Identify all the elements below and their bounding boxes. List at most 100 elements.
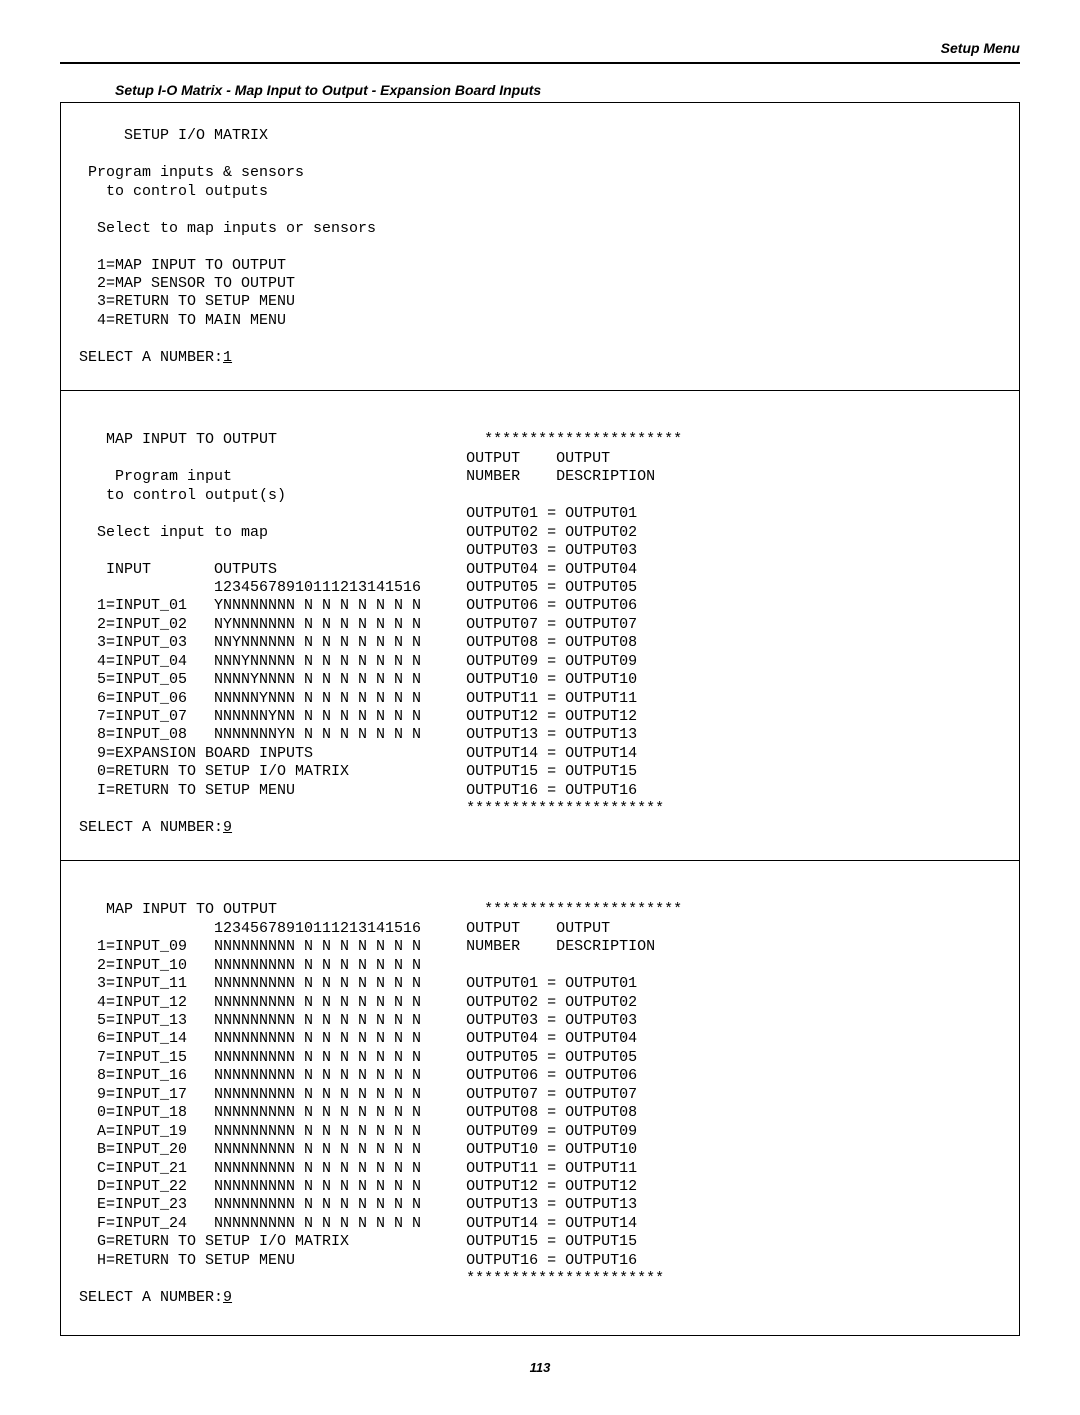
block-c: MAP INPUT TO OUTPUT ********************…	[79, 883, 1001, 1307]
row-r: OUTPUT07 = OUTPUT07	[466, 1086, 637, 1103]
row-r: OUTPUT13 = OUTPUT13	[466, 726, 637, 743]
row-l: 4=INPUT_04 NNNYNNNNN N N N N N N N	[79, 653, 421, 670]
row-r: OUTPUT14 = OUTPUT14	[466, 745, 637, 762]
prompt-a: SELECT A NUMBER:	[79, 349, 223, 366]
row-l: 4=INPUT_12 NNNNNNNNN N N N N N N N	[79, 994, 421, 1011]
prompt-c-value[interactable]: 9	[223, 1289, 232, 1306]
row-l: 2=INPUT_10 NNNNNNNNN N N N N N N N	[79, 957, 421, 974]
row-r: OUTPUT06 = OUTPUT06	[466, 1067, 637, 1084]
text: to control outputs	[79, 183, 268, 200]
row-l: 9=EXPANSION BOARD INPUTS	[79, 745, 313, 762]
page-header-right: Setup Menu	[60, 40, 1020, 56]
row-r: OUTPUT03 = OUTPUT03	[466, 1012, 637, 1029]
sub2: to control output(s)	[79, 487, 286, 504]
row-l: 9=INPUT_17 NNNNNNNNN N N N N N N N	[79, 1086, 421, 1103]
text: Select to map inputs or sensors	[79, 220, 376, 237]
prompt-b: SELECT A NUMBER:	[79, 819, 223, 836]
row-r: OUTPUT13 = OUTPUT13	[466, 1196, 637, 1213]
separator	[61, 390, 1019, 391]
prompt-a-value[interactable]: 1	[223, 349, 232, 366]
terminal-box: SETUP I/O MATRIX Program inputs & sensor…	[60, 102, 1020, 1336]
sub1: Program input	[79, 468, 232, 485]
row-l: C=INPUT_21 NNNNNNNNN N N N N N N N	[79, 1160, 421, 1177]
out-d: OUTPUT04 = OUTPUT04	[466, 561, 637, 578]
sub3: Select input to map	[79, 524, 268, 541]
row-r: OUTPUT15 = OUTPUT15	[466, 763, 637, 780]
stars: **********************	[484, 431, 682, 448]
row-r: OUTPUT07 = OUTPUT07	[466, 616, 637, 633]
outhdr2: NUMBER DESCRIPTION	[466, 938, 655, 955]
row-r: OUTPUT10 = OUTPUT10	[466, 671, 637, 688]
prompt-c: SELECT A NUMBER:	[79, 1289, 223, 1306]
stars: **********************	[484, 901, 682, 918]
block-a: SETUP I/O MATRIX Program inputs & sensor…	[79, 127, 1001, 367]
row-r: OUTPUT16 = OUTPUT16	[466, 1252, 637, 1269]
numline: 12345678910111213141516	[79, 579, 421, 596]
row-r: OUTPUT06 = OUTPUT06	[466, 597, 637, 614]
row-l: 6=INPUT_14 NNNNNNNNN N N N N N N N	[79, 1030, 421, 1047]
outhdr2: NUMBER DESCRIPTION	[466, 468, 655, 485]
row-l: 7=INPUT_15 NNNNNNNNN N N N N N N N	[79, 1049, 421, 1066]
row-l: E=INPUT_23 NNNNNNNNN N N N N N N N	[79, 1196, 421, 1213]
text: 4=RETURN TO MAIN MENU	[79, 312, 286, 329]
row-l: 0=RETURN TO SETUP I/O MATRIX	[79, 763, 349, 780]
row-r: OUTPUT09 = OUTPUT09	[466, 1123, 637, 1140]
row-l: 6=INPUT_06 NNNNNYNNN N N N N N N N	[79, 690, 421, 707]
header-rule	[60, 62, 1020, 64]
row-l: 0=INPUT_18 NNNNNNNNN N N N N N N N	[79, 1104, 421, 1121]
row-l: 1=INPUT_09 NNNNNNNNN N N N N N N N	[79, 938, 421, 955]
row-l: A=INPUT_19 NNNNNNNNN N N N N N N N	[79, 1123, 421, 1140]
block-b: MAP INPUT TO OUTPUT ********************…	[79, 413, 1001, 837]
row-l: 8=INPUT_08 NNNNNNNYN N N N N N N N	[79, 726, 421, 743]
stars: **********************	[466, 800, 664, 817]
row-r: OUTPUT11 = OUTPUT11	[466, 690, 637, 707]
section-caption: Setup I-O Matrix - Map Input to Output -…	[115, 82, 1020, 98]
row-l: G=RETURN TO SETUP I/O MATRIX	[79, 1233, 349, 1250]
row-l: 7=INPUT_07 NNNNNNYNN N N N N N N N	[79, 708, 421, 725]
text: 3=RETURN TO SETUP MENU	[79, 293, 295, 310]
block-c-title: MAP INPUT TO OUTPUT	[79, 901, 277, 918]
row-r: OUTPUT12 = OUTPUT12	[466, 1178, 637, 1195]
prompt-b-value[interactable]: 9	[223, 819, 232, 836]
row-l: 3=INPUT_03 NNYNNNNNN N N N N N N N	[79, 634, 421, 651]
row-r: OUTPUT14 = OUTPUT14	[466, 1215, 637, 1232]
separator	[61, 860, 1019, 861]
row-l: D=INPUT_22 NNNNNNNNN N N N N N N N	[79, 1178, 421, 1195]
row-l: 1=INPUT_01 YNNNNNNNN N N N N N N N	[79, 597, 421, 614]
row-r: OUTPUT05 = OUTPUT05	[466, 1049, 637, 1066]
row-l: 3=INPUT_11 NNNNNNNNN N N N N N N N	[79, 975, 421, 992]
text: Program inputs & sensors	[79, 164, 304, 181]
row-r: OUTPUT10 = OUTPUT10	[466, 1141, 637, 1158]
stars: **********************	[466, 1270, 664, 1287]
row-r: OUTPUT11 = OUTPUT11	[466, 1160, 637, 1177]
out-c: OUTPUT03 = OUTPUT03	[466, 542, 637, 559]
row-r: OUTPUT09 = OUTPUT09	[466, 653, 637, 670]
colhdr-l: INPUT OUTPUTS	[79, 561, 277, 578]
block-a-title: SETUP I/O MATRIX	[79, 127, 268, 144]
row-l: 2=INPUT_02 NYNNNNNNN N N N N N N N	[79, 616, 421, 633]
out-a: OUTPUT01 = OUTPUT01	[466, 505, 637, 522]
row-l: B=INPUT_20 NNNNNNNNN N N N N N N N	[79, 1141, 421, 1158]
block-b-title: MAP INPUT TO OUTPUT	[79, 431, 277, 448]
row-r: OUTPUT02 = OUTPUT02	[466, 994, 637, 1011]
row-l: 5=INPUT_13 NNNNNNNNN N N N N N N N	[79, 1012, 421, 1029]
row-l: I=RETURN TO SETUP MENU	[79, 782, 295, 799]
row-l: 8=INPUT_16 NNNNNNNNN N N N N N N N	[79, 1067, 421, 1084]
row-r: OUTPUT08 = OUTPUT08	[466, 634, 637, 651]
outhdr1: OUTPUT OUTPUT	[466, 920, 610, 937]
row-r: OUTPUT15 = OUTPUT15	[466, 1233, 637, 1250]
out-b: OUTPUT02 = OUTPUT02	[466, 524, 637, 541]
row-r: OUTPUT01 = OUTPUT01	[466, 975, 637, 992]
outhdr1: OUTPUT OUTPUT	[466, 450, 610, 467]
text: 1=MAP INPUT TO OUTPUT	[79, 257, 286, 274]
page-number: 113	[60, 1360, 1020, 1375]
text: 2=MAP SENSOR TO OUTPUT	[79, 275, 295, 292]
row-l: H=RETURN TO SETUP MENU	[79, 1252, 295, 1269]
out-e: OUTPUT05 = OUTPUT05	[466, 579, 637, 596]
row-r: OUTPUT12 = OUTPUT12	[466, 708, 637, 725]
numline: 12345678910111213141516	[79, 920, 421, 937]
row-r: OUTPUT08 = OUTPUT08	[466, 1104, 637, 1121]
row-r: OUTPUT16 = OUTPUT16	[466, 782, 637, 799]
row-l: F=INPUT_24 NNNNNNNNN N N N N N N N	[79, 1215, 421, 1232]
row-l: 5=INPUT_05 NNNNYNNNN N N N N N N N	[79, 671, 421, 688]
